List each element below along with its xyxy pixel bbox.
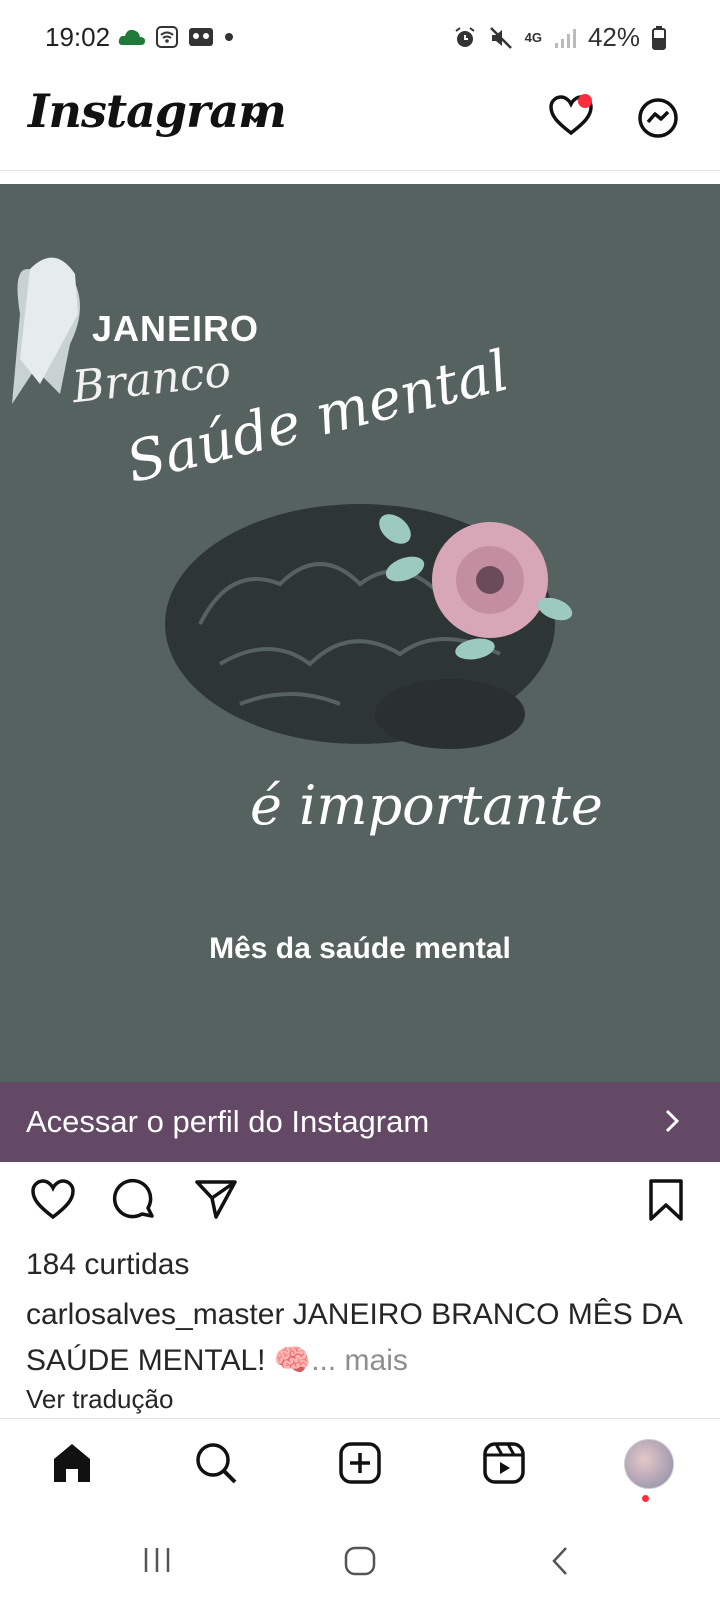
notification-dot bbox=[578, 94, 592, 108]
visit-profile-bar[interactable]: Acessar o perfil do Instagram bbox=[0, 1082, 720, 1162]
bottom-nav bbox=[0, 1418, 720, 1519]
reels-icon[interactable] bbox=[482, 1441, 526, 1485]
chevron-down-icon[interactable] bbox=[244, 110, 266, 124]
image-text-janeiro: JANEIRO bbox=[92, 308, 260, 349]
cloud-icon bbox=[118, 29, 145, 45]
search-icon[interactable] bbox=[194, 1441, 238, 1485]
recent-apps-icon[interactable] bbox=[142, 1546, 172, 1574]
dot-icon bbox=[225, 33, 233, 41]
signal-icon bbox=[554, 28, 576, 48]
home-icon[interactable] bbox=[50, 1441, 94, 1485]
see-translation[interactable]: Ver tradução bbox=[26, 1384, 173, 1414]
home-button-icon[interactable] bbox=[344, 1546, 376, 1576]
network-type: 4G bbox=[524, 29, 542, 45]
battery-percent: 42% bbox=[587, 22, 640, 52]
share-icon[interactable] bbox=[194, 1178, 238, 1220]
activity-button[interactable] bbox=[548, 94, 594, 141]
wifi-call-icon bbox=[156, 26, 178, 48]
mute-icon bbox=[489, 26, 512, 49]
save-icon[interactable] bbox=[648, 1178, 684, 1222]
post-caption: carlosalves_master JANEIRO BRANCO MÊS DA… bbox=[26, 1292, 706, 1384]
battery-icon bbox=[652, 25, 666, 50]
like-icon[interactable] bbox=[30, 1178, 76, 1220]
profile-notification-dot bbox=[642, 1495, 649, 1502]
system-nav bbox=[0, 1518, 720, 1600]
caption-username[interactable]: carlosalves_master bbox=[26, 1298, 284, 1331]
visit-profile-label: Acessar o perfil do Instagram bbox=[26, 1104, 430, 1139]
back-icon[interactable] bbox=[550, 1546, 570, 1576]
create-icon[interactable] bbox=[338, 1441, 382, 1485]
post-actions bbox=[0, 1168, 720, 1238]
post-image[interactable]: JANEIRO Branco Saúde mental é importante… bbox=[0, 184, 720, 1082]
chevron-right-icon bbox=[665, 1109, 680, 1133]
caption-more[interactable]: ... mais bbox=[311, 1344, 408, 1377]
status-bar: 19:02 4G 42% bbox=[0, 0, 720, 78]
like-count[interactable]: 184 curtidas bbox=[26, 1248, 189, 1282]
status-time: 19:02 bbox=[45, 22, 111, 52]
voicemail-icon bbox=[189, 28, 213, 46]
image-text-mes: Mês da saúde mental bbox=[209, 932, 511, 965]
comment-icon[interactable] bbox=[112, 1178, 156, 1222]
profile-avatar[interactable] bbox=[624, 1439, 674, 1489]
image-text-importante: é importante bbox=[250, 774, 603, 837]
app-header: Instagram bbox=[0, 78, 720, 171]
messenger-icon[interactable] bbox=[636, 96, 680, 140]
alarm-icon bbox=[455, 26, 475, 47]
